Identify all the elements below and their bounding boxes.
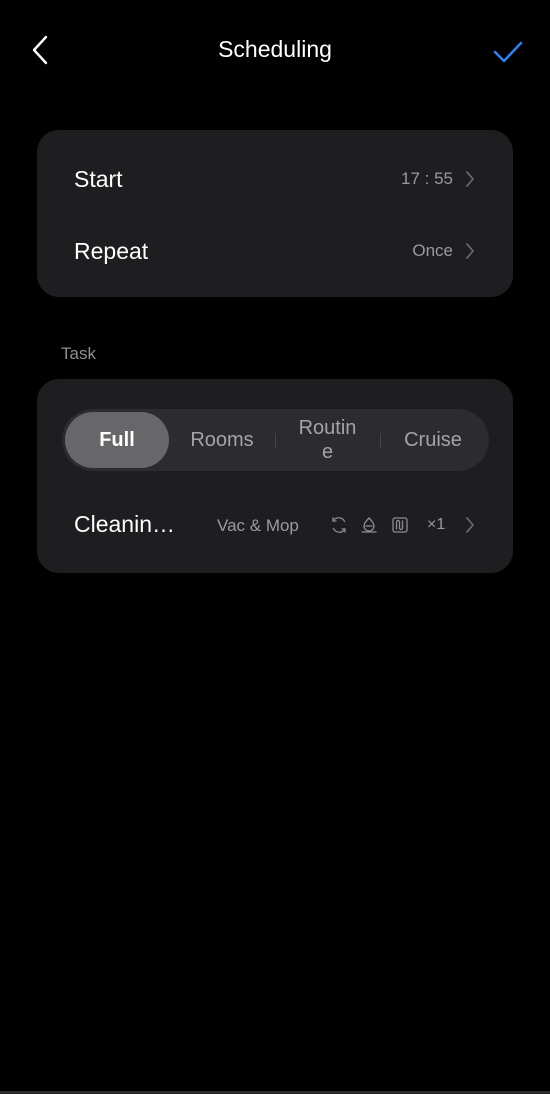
tab-rooms[interactable]: Rooms (169, 412, 275, 468)
task-type-segmented-control: Full Rooms Routin e Cruise (62, 409, 489, 471)
start-time-value: 17 : 55 (401, 169, 453, 188)
cleaning-mode-label: Cleaning mode (74, 511, 186, 537)
water-level-icon (359, 515, 379, 535)
cleaning-mode-row[interactable]: Cleaning mode Vac & Mop ×1 (37, 495, 513, 555)
repeat-row[interactable]: Repeat Once (37, 221, 513, 281)
repeat-value: Once (412, 241, 453, 260)
start-label: Start (74, 165, 123, 192)
start-time-row[interactable]: Start 17 : 55 (37, 149, 513, 209)
tab-routine[interactable]: Routin e (275, 412, 380, 468)
tab-full[interactable]: Full (65, 412, 169, 468)
repeat-label: Repeat (74, 237, 149, 264)
confirm-button[interactable] (488, 32, 528, 72)
chevron-right-icon (463, 240, 477, 262)
page-title: Scheduling (218, 36, 332, 62)
cleaning-mode-value: Vac & Mop (217, 516, 299, 535)
tab-cruise[interactable]: Cruise (380, 412, 486, 468)
task-section-label: Task (61, 344, 96, 363)
suction-icon (329, 515, 349, 535)
chevron-right-icon (463, 514, 477, 536)
task-card: Full Rooms Routin e Cruise Cleaning mode… (37, 379, 513, 573)
mop-route-icon (390, 515, 410, 535)
top-bar: Scheduling (0, 0, 550, 100)
repeat-count: ×1 (427, 516, 446, 533)
schedule-card: Start 17 : 55 Repeat Once (37, 130, 513, 297)
chevron-right-icon (463, 168, 477, 190)
check-icon (493, 41, 523, 63)
